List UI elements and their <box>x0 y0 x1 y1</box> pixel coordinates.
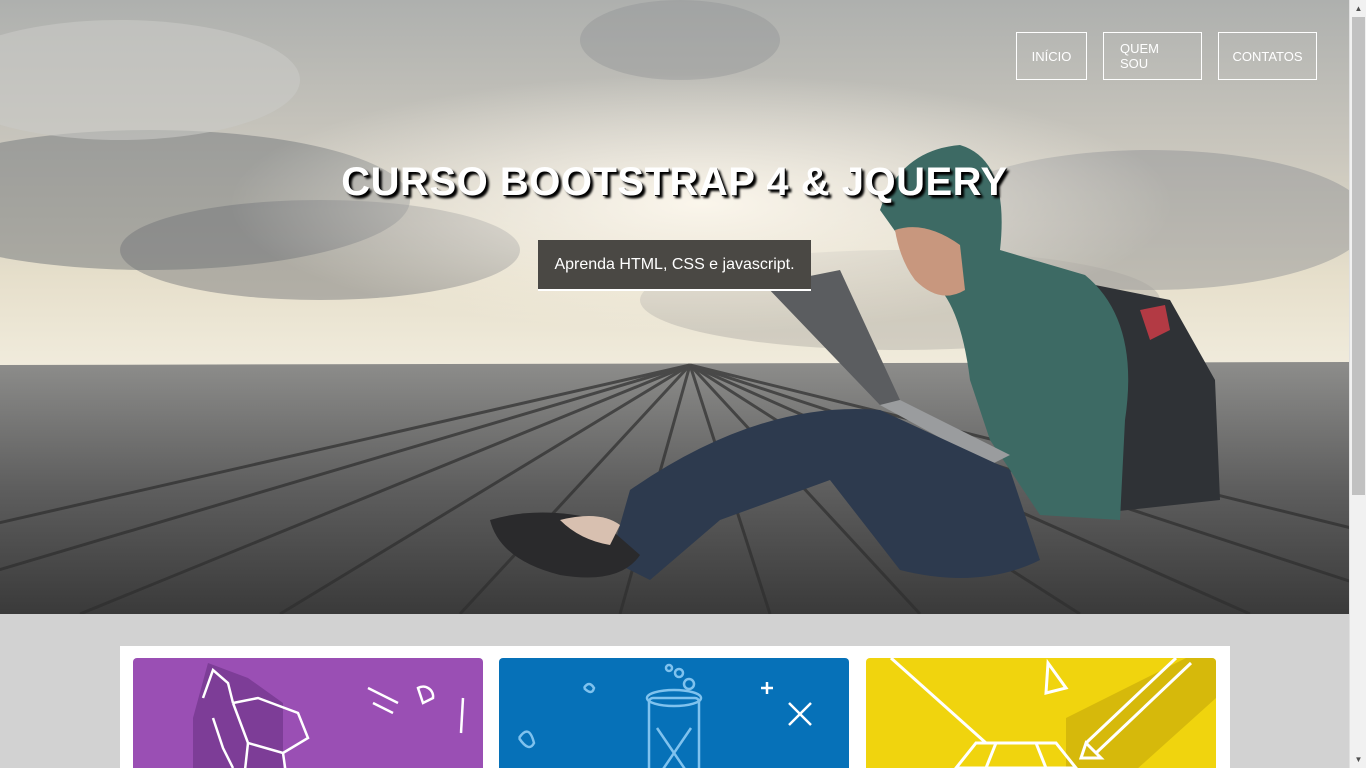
hero-subtitle: Aprenda HTML, CSS e javascript. <box>538 240 811 291</box>
nav-quem-sou-button[interactable]: QUEM SOU <box>1103 32 1202 80</box>
vertical-scrollbar[interactable]: ▲ ▼ <box>1349 0 1366 768</box>
origami-elephant-icon <box>193 663 465 768</box>
nav-contatos-button[interactable]: CONTATOS <box>1218 32 1317 80</box>
hero-banner: INÍCIO QUEM SOU CONTATOS CURSO BOOTSTRAP… <box>0 0 1349 614</box>
scrollbar-thumb[interactable] <box>1352 17 1365 495</box>
cards-container <box>120 646 1230 768</box>
scroll-up-arrow-icon[interactable]: ▲ <box>1350 0 1366 17</box>
course-card-purple[interactable] <box>133 658 483 768</box>
scroll-down-arrow-icon[interactable]: ▼ <box>1350 751 1366 768</box>
page: INÍCIO QUEM SOU CONTATOS CURSO BOOTSTRAP… <box>0 0 1349 768</box>
gem-pencil-icon <box>889 658 1216 768</box>
course-card-yellow[interactable] <box>866 658 1216 768</box>
course-card-blue[interactable] <box>499 658 849 768</box>
hero-background-image <box>0 0 1349 614</box>
test-tube-icon <box>517 663 812 768</box>
top-navigation: INÍCIO QUEM SOU CONTATOS <box>1016 32 1317 80</box>
nav-inicio-button[interactable]: INÍCIO <box>1016 32 1087 80</box>
hero-title: CURSO BOOTSTRAP 4 & JQUERY <box>341 160 1008 204</box>
